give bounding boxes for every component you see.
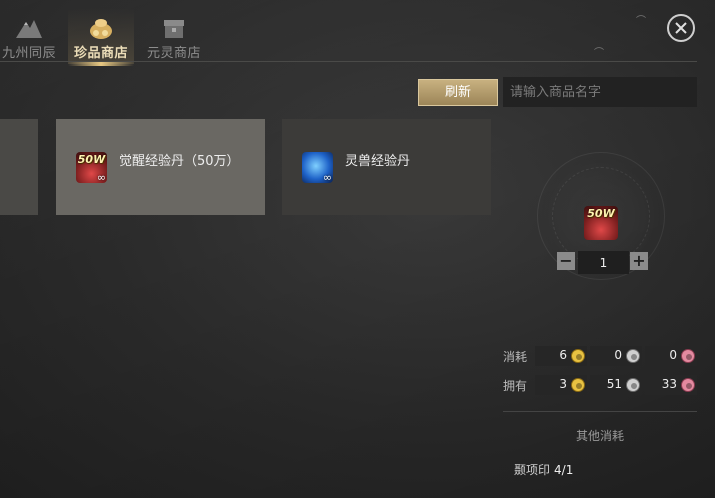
tab-jiuzhou[interactable]: 九州同辰 — [0, 8, 62, 64]
owned-label: 拥有 — [503, 379, 528, 393]
selected-item-icon: 50W — [584, 206, 618, 240]
quantity-increase-button[interactable]: + — [630, 252, 648, 270]
exp-pill-icon: 50W ∞ — [76, 152, 107, 183]
close-button[interactable] — [667, 14, 695, 42]
pink-coin-icon — [681, 349, 695, 363]
tab-treasure-shop-label: 珍品商店 — [73, 46, 128, 61]
owned-silver: 51 — [590, 375, 642, 395]
item-name: 觉醒经验丹（50万） — [119, 154, 240, 169]
infinity-icon: ∞ — [96, 171, 106, 183]
item-icon-tag: 50W — [77, 153, 106, 166]
silver-coin-icon — [626, 378, 640, 392]
tab-yuanling-shop-label: 元灵商店 — [146, 46, 201, 61]
cost-silver-value: 0 — [614, 348, 622, 362]
owned-pink-value: 33 — [661, 377, 677, 391]
cost-gold: 6 — [535, 346, 587, 366]
tab-yuanling-shop[interactable]: 元灵商店 — [141, 8, 207, 64]
tab-divider — [0, 61, 697, 62]
silver-coin-icon — [626, 349, 640, 363]
tab-jiuzhou-label: 九州同辰 — [1, 46, 56, 61]
cost-row: 消耗 6 0 0 — [503, 346, 697, 366]
owned-gold: 3 — [535, 375, 587, 395]
chest-icon — [164, 20, 184, 38]
refresh-button[interactable]: 刷新 — [418, 79, 498, 106]
selected-item-icon-tag: 50W — [587, 207, 615, 220]
item-name: 灵兽经验丹 — [345, 154, 411, 169]
quantity-input[interactable] — [578, 251, 629, 274]
cost-pink-value: 0 — [669, 348, 677, 362]
item-search-input[interactable] — [503, 77, 697, 107]
seal-value: 4/1 — [554, 463, 574, 477]
item-card-partial[interactable] — [0, 119, 38, 215]
item-card-beast-exp-pill[interactable]: ∞ 灵兽经验丹 — [282, 119, 491, 215]
cost-label: 消耗 — [503, 350, 528, 364]
infinity-icon: ∞ — [322, 171, 332, 183]
seal-label: 颞项印 — [514, 463, 551, 477]
seal-requirement: 颞项印 4/1 — [514, 461, 573, 478]
bird-decoration: ⌒ — [636, 16, 646, 27]
other-cost-title: 其他消耗 — [575, 429, 624, 443]
gold-coin-icon — [571, 349, 585, 363]
treasure-bag-icon — [90, 19, 112, 39]
mountain-icon — [16, 20, 42, 38]
quantity-decrease-button[interactable]: − — [557, 252, 575, 270]
item-card-awaken-exp-pill[interactable]: 50W ∞ 觉醒经验丹（50万） — [56, 119, 265, 215]
owned-pink: 33 — [645, 375, 697, 395]
owned-row: 拥有 3 51 33 — [503, 375, 697, 395]
cost-silver: 0 — [590, 346, 642, 366]
close-icon — [675, 22, 687, 34]
owned-silver-value: 51 — [606, 377, 622, 391]
bird-decoration: ⌒ — [594, 48, 604, 59]
pink-coin-icon — [681, 378, 695, 392]
cost-pink: 0 — [645, 346, 697, 366]
divider — [503, 411, 697, 412]
cost-gold-value: 6 — [559, 348, 567, 362]
tab-treasure-shop[interactable]: 珍品商店 — [68, 8, 134, 66]
shop-tab-bar: 九州同辰 珍品商店 元灵商店 — [0, 0, 715, 66]
owned-gold-value: 3 — [559, 377, 567, 391]
beast-exp-pill-icon: ∞ — [302, 152, 333, 183]
gold-coin-icon — [571, 378, 585, 392]
